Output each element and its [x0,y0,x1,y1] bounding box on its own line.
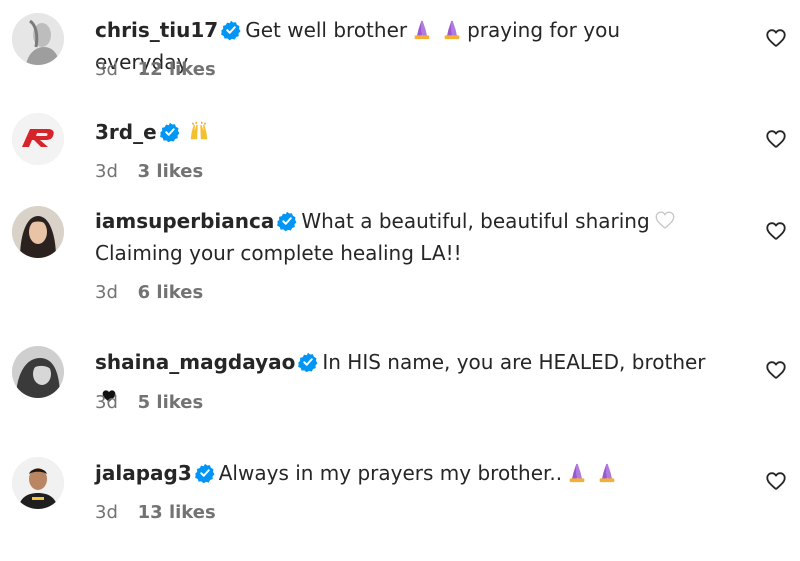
comment-body: Always in my prayers my brother.. [218,461,563,485]
heart-outline-icon[interactable] [765,359,787,381]
comment-username[interactable]: iamsuperbianca [95,209,274,233]
comment-meta: 3d 5 likes [95,391,203,415]
avatar[interactable] [12,346,64,398]
avatar-image [12,113,64,165]
verified-badge-icon [160,122,180,142]
comment-meta: 3d 12 likes [95,58,216,82]
folded-hands-icon [411,18,433,40]
comment-timestamp[interactable]: 3d [95,282,118,303]
comment-body: What a beautiful, beautiful sharing [301,209,650,233]
avatar-image [12,346,64,398]
comment-username[interactable]: shaina_magdayao [95,350,295,374]
comment-likes-count[interactable]: 6 likes [138,282,204,303]
verified-badge-icon [298,352,318,372]
comment-text: iamsuperbianca What a beautiful, beautifu… [95,205,715,269]
comment-body-continued: Claiming your complete healing LA!! [95,241,462,265]
comment-body: In HIS name, you are HEALED, brother [322,350,706,374]
heart-outline-icon[interactable] [765,128,787,150]
avatar[interactable] [12,206,64,258]
comment-likes-count[interactable]: 12 likes [138,59,216,80]
verified-badge-icon [221,20,241,40]
white-heart-icon [654,209,676,231]
comment-username[interactable]: chris_tiu17 [95,18,218,42]
heart-outline-icon[interactable] [765,470,787,492]
verified-badge-icon [195,463,215,483]
comment-likes-count[interactable]: 5 likes [138,392,204,413]
heart-outline-icon[interactable] [765,220,787,242]
comment-likes-count[interactable]: 13 likes [138,502,216,523]
comment-timestamp[interactable]: 3d [95,59,118,80]
avatar[interactable] [12,457,64,509]
avatar-image [12,206,64,258]
avatar-image [12,13,64,65]
folded-hands-icon [596,461,618,483]
raising-hands-icon [188,120,210,142]
folded-hands-icon [441,18,463,40]
avatar[interactable] [12,13,64,65]
comment-meta: 3d 6 likes [95,281,203,305]
comment-username[interactable]: 3rd_e [95,120,157,144]
verified-badge-icon [277,211,297,231]
heart-outline-icon[interactable] [765,27,787,49]
avatar[interactable] [12,113,64,165]
comment-meta: 3d 3 likes [95,160,203,184]
comment-timestamp[interactable]: 3d [95,392,118,413]
comment-text: jalapag3 Always in my prayers my brother.… [95,457,715,489]
comment-likes-count[interactable]: 3 likes [138,161,204,182]
comment-timestamp[interactable]: 3d [95,502,118,523]
comment-meta: 3d 13 likes [95,501,216,525]
comment-username[interactable]: jalapag3 [95,461,192,485]
avatar-image [12,457,64,509]
comment-text: 3rd_e [95,116,715,148]
comment-body: Get well brother [245,18,408,42]
comment-timestamp[interactable]: 3d [95,161,118,182]
folded-hands-icon [566,461,588,483]
